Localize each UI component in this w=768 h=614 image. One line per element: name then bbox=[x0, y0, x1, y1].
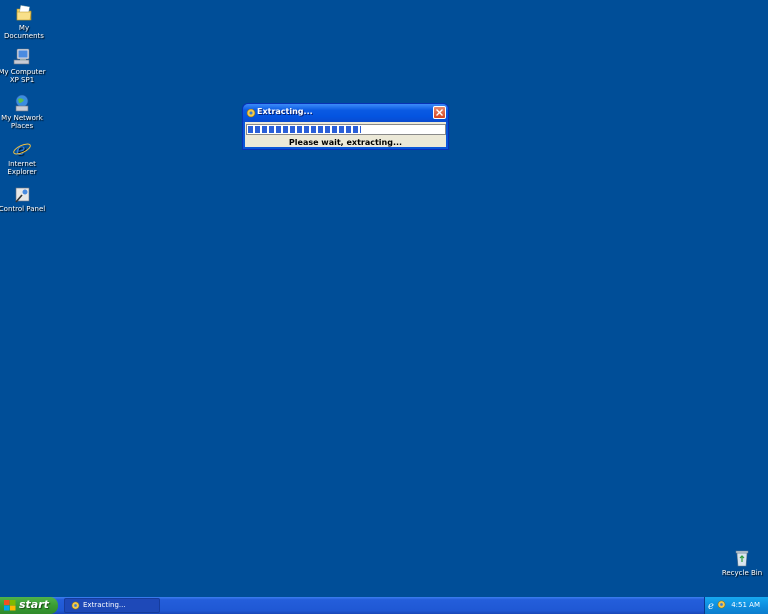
windows-flag-icon bbox=[4, 600, 16, 611]
taskbar: start Extracting... e 4:51 AM bbox=[0, 597, 768, 614]
taskbar-button-extracting[interactable]: Extracting... bbox=[64, 598, 160, 613]
dialog-body: Please wait, extracting... bbox=[245, 122, 446, 147]
progress-fill bbox=[248, 126, 361, 133]
recycle-bin-icon bbox=[735, 550, 749, 567]
dialog-title: Extracting... bbox=[257, 107, 313, 116]
progress-bar bbox=[246, 124, 446, 135]
desktop-icon-label: My Documents bbox=[4, 24, 44, 40]
taskbar-button-label: Extracting... bbox=[83, 601, 126, 609]
start-button[interactable]: start bbox=[0, 597, 58, 614]
desktop-icon-label: Control Panel bbox=[0, 205, 46, 213]
setup-tray-icon[interactable] bbox=[717, 600, 726, 609]
my-documents-folder-icon bbox=[16, 5, 32, 21]
status-message: Please wait, extracting... bbox=[288, 138, 403, 147]
close-button[interactable] bbox=[433, 106, 446, 119]
svg-text:e: e bbox=[708, 601, 714, 610]
desktop-icon-label: Recycle Bin bbox=[721, 569, 763, 577]
system-tray: e 4:51 AM bbox=[704, 597, 768, 614]
internet-explorer-icon: e bbox=[13, 140, 31, 159]
my-computer-icon bbox=[13, 48, 30, 65]
desktop-icon-label: My Network Places bbox=[1, 114, 43, 130]
desktop-icon-label: My Computer XP SP1 bbox=[0, 68, 46, 84]
setup-gear-icon bbox=[246, 108, 256, 118]
desktop-icon-label: Internet Explorer bbox=[7, 160, 37, 176]
desktop-icon-my-documents[interactable]: My Documents bbox=[0, 3, 48, 40]
svg-text:e: e bbox=[16, 140, 25, 159]
desktop: My Documents My Computer XP SP1 My Netwo… bbox=[0, 0, 768, 614]
desktop-icon-internet-explorer[interactable]: e Internet Explorer bbox=[0, 139, 46, 176]
extracting-dialog: Extracting... Please wait, extracting... bbox=[242, 103, 449, 150]
setup-gear-icon bbox=[71, 601, 80, 610]
dialog-titlebar[interactable]: Extracting... bbox=[243, 104, 448, 122]
internet-explorer-tray-icon[interactable]: e bbox=[708, 600, 717, 610]
desktop-icon-network-places[interactable]: My Network Places bbox=[0, 93, 46, 130]
start-label: start bbox=[19, 598, 49, 611]
desktop-icon-recycle-bin[interactable]: Recycle Bin bbox=[718, 548, 766, 577]
control-panel-icon bbox=[15, 187, 30, 203]
network-places-icon bbox=[15, 94, 29, 112]
desktop-icon-control-panel[interactable]: Control Panel bbox=[0, 184, 46, 213]
desktop-icon-my-computer[interactable]: My Computer XP SP1 bbox=[0, 47, 46, 84]
close-icon bbox=[436, 109, 443, 116]
clock[interactable]: 4:51 AM bbox=[731, 601, 760, 609]
